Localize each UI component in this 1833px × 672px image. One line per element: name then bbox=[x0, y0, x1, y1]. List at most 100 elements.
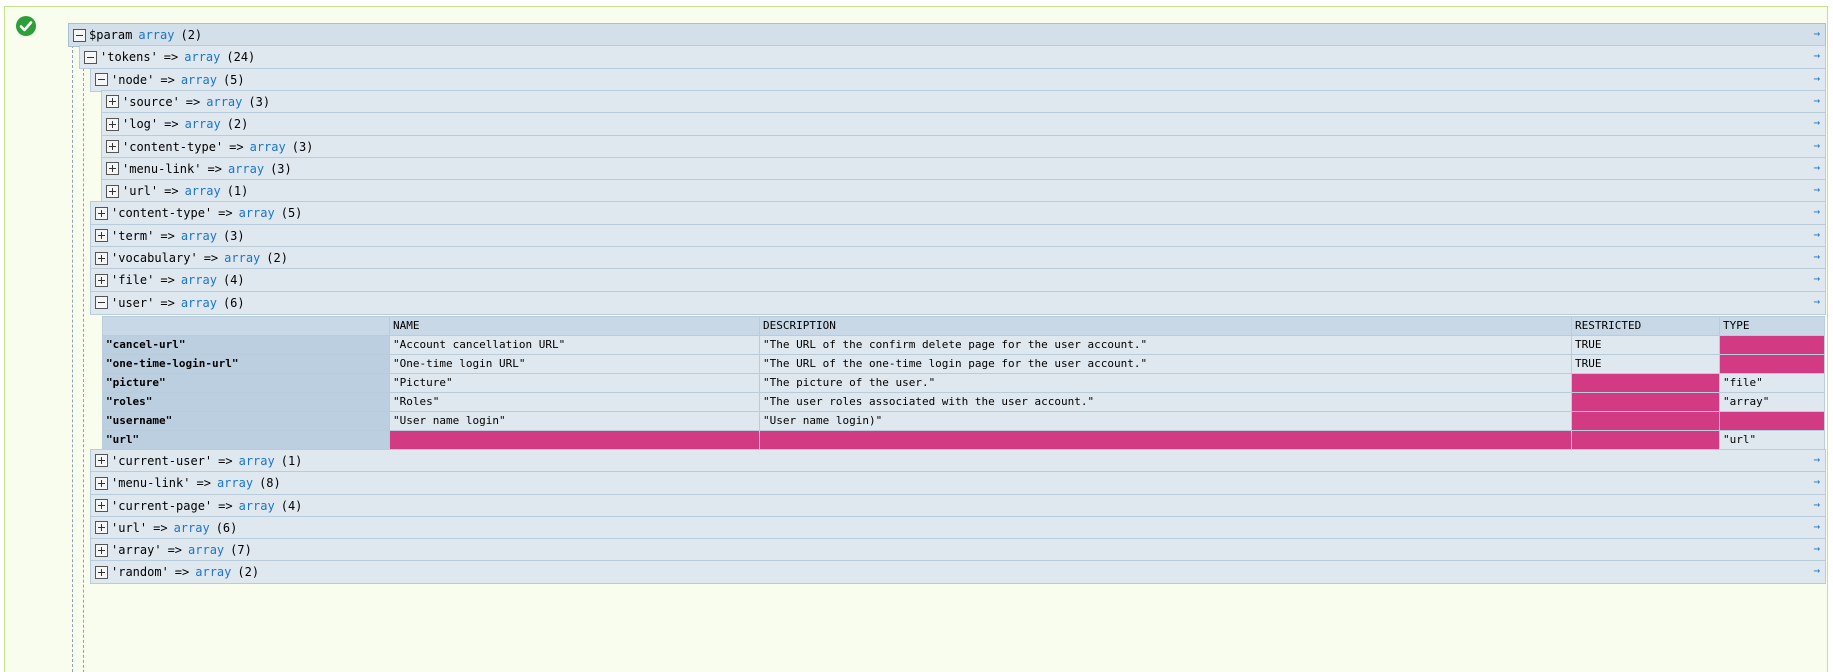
expand-toggle-icon[interactable] bbox=[95, 499, 108, 513]
tree-row[interactable]: 'content-type' => array (3) → bbox=[101, 134, 1826, 159]
expand-toggle-icon[interactable] bbox=[106, 117, 119, 131]
expand-toggle-icon[interactable] bbox=[95, 565, 108, 579]
row-type-link[interactable]: array bbox=[239, 454, 275, 468]
jump-to-source-icon[interactable]: → bbox=[1813, 116, 1820, 129]
row-count: (2) bbox=[180, 28, 203, 42]
jump-to-source-icon[interactable]: → bbox=[1813, 520, 1820, 533]
expand-toggle-icon[interactable] bbox=[106, 162, 119, 176]
expand-toggle-icon[interactable] bbox=[95, 454, 108, 468]
jump-to-source-icon[interactable]: → bbox=[1813, 94, 1820, 107]
tree-row[interactable]: 'node' => array (5) → bbox=[90, 67, 1826, 92]
expand-toggle-icon[interactable] bbox=[95, 251, 108, 265]
row-type-link[interactable]: array bbox=[181, 73, 217, 87]
arrow-operator: => bbox=[153, 520, 168, 535]
row-type-link[interactable]: array bbox=[181, 229, 217, 243]
tree-row[interactable]: 'random' => array (2) → bbox=[90, 560, 1826, 585]
table-row: "url" "url" bbox=[102, 429, 1825, 450]
tree-row[interactable]: 'menu-link' => array (8) → bbox=[90, 471, 1826, 496]
tree-row[interactable]: 'url' => array (1) → bbox=[101, 179, 1826, 204]
collapse-toggle-icon[interactable] bbox=[95, 296, 108, 310]
expand-toggle-icon[interactable] bbox=[95, 206, 108, 220]
tree-row[interactable]: 'user' => array (6) → bbox=[90, 290, 1826, 315]
jump-to-source-icon[interactable]: → bbox=[1813, 542, 1820, 555]
jump-to-source-icon[interactable]: → bbox=[1813, 49, 1820, 62]
row-key: 'source' bbox=[122, 94, 180, 109]
expand-toggle-icon[interactable] bbox=[106, 184, 119, 198]
row-type-link[interactable]: array bbox=[181, 296, 217, 310]
row-key: 'current-page' bbox=[111, 498, 213, 513]
expand-toggle-icon[interactable] bbox=[106, 95, 119, 109]
tree-row[interactable]: 'current-user' => array (1) → bbox=[90, 448, 1826, 473]
table-cell: TRUE bbox=[1571, 334, 1720, 355]
jump-to-source-icon[interactable]: → bbox=[1813, 295, 1820, 308]
tree-row[interactable]: 'vocabulary' => array (2) → bbox=[90, 246, 1826, 270]
table-cell: "User name login" bbox=[389, 410, 760, 431]
column-header: DESCRIPTION bbox=[759, 315, 1572, 336]
table-cell: "The URL of the one-time login page for … bbox=[759, 353, 1572, 374]
expand-toggle-icon[interactable] bbox=[106, 140, 119, 153]
jump-to-source-icon[interactable]: → bbox=[1813, 183, 1820, 196]
arrow-operator: => bbox=[185, 94, 201, 109]
row-type-link[interactable]: array bbox=[195, 565, 231, 579]
tree-row[interactable]: 'log' => array (2) → bbox=[101, 112, 1826, 137]
arrow-operator: => bbox=[203, 251, 219, 265]
jump-to-source-icon[interactable]: → bbox=[1813, 498, 1820, 511]
tree-row[interactable]: 'url' => array (6) → bbox=[90, 515, 1826, 540]
tree-row[interactable]: 'array' => array (7) → bbox=[90, 538, 1826, 563]
expand-toggle-icon[interactable] bbox=[95, 476, 108, 490]
tree-row[interactable]: 'tokens' => array (24) → bbox=[79, 45, 1826, 70]
jump-to-source-icon[interactable]: → bbox=[1813, 272, 1820, 285]
jump-to-source-icon[interactable]: → bbox=[1813, 475, 1820, 488]
column-header: TYPE bbox=[1719, 315, 1825, 336]
row-type-link[interactable]: array bbox=[239, 206, 275, 220]
row-type-link[interactable]: array bbox=[174, 521, 210, 535]
jump-to-source-icon[interactable]: → bbox=[1813, 72, 1820, 85]
tree-row[interactable]: 'content-type' => array (5) → bbox=[90, 201, 1826, 226]
row-type-link[interactable]: array bbox=[185, 184, 221, 198]
tree-row[interactable]: 'menu-link' => array (3) → bbox=[101, 156, 1826, 181]
jump-to-source-icon[interactable]: → bbox=[1813, 27, 1820, 40]
collapse-toggle-icon[interactable] bbox=[95, 73, 108, 87]
row-type-link[interactable]: array bbox=[181, 273, 217, 287]
row-type-link[interactable]: array bbox=[250, 140, 286, 154]
row-key: 'user' bbox=[111, 295, 155, 310]
row-type-link[interactable]: array bbox=[228, 162, 264, 176]
jump-to-source-icon[interactable]: → bbox=[1813, 205, 1820, 218]
row-type-link[interactable]: array bbox=[184, 50, 220, 64]
table-cell: "One-time login URL" bbox=[389, 353, 760, 374]
tree-row[interactable]: $param array (2) → bbox=[68, 23, 1826, 47]
collapse-toggle-icon[interactable] bbox=[84, 50, 97, 64]
tree-row[interactable]: 'file' => array (4) → bbox=[90, 268, 1826, 293]
expand-toggle-icon[interactable] bbox=[95, 229, 108, 243]
jump-to-source-icon[interactable]: → bbox=[1813, 250, 1820, 263]
arrow-operator: => bbox=[229, 139, 244, 154]
table-header-row: NAME DESCRIPTION RESTRICTED TYPE bbox=[102, 315, 1825, 336]
missing-value-cell bbox=[1571, 410, 1720, 431]
row-key: 'url' bbox=[122, 184, 159, 199]
table-row: "cancel-url" "Account cancellation URL" "T… bbox=[102, 334, 1825, 355]
tree-row[interactable]: 'source' => array (3) → bbox=[101, 89, 1826, 114]
collapse-toggle-icon[interactable] bbox=[73, 28, 86, 42]
row-key-cell: "roles" bbox=[102, 391, 390, 412]
row-type-link[interactable]: array bbox=[217, 476, 253, 490]
jump-to-source-icon[interactable]: → bbox=[1813, 564, 1820, 577]
table-cell: "array" bbox=[1719, 391, 1825, 412]
expand-toggle-icon[interactable] bbox=[95, 543, 108, 557]
row-type-link[interactable]: array bbox=[185, 117, 221, 131]
jump-to-source-icon[interactable]: → bbox=[1813, 453, 1820, 466]
row-type-link[interactable]: array bbox=[206, 95, 242, 109]
jump-to-source-icon[interactable]: → bbox=[1813, 139, 1820, 152]
row-type-link[interactable]: array bbox=[188, 543, 224, 557]
row-type-link[interactable]: array bbox=[224, 251, 260, 265]
row-type-link[interactable]: array bbox=[239, 499, 275, 513]
row-key: 'menu-link' bbox=[111, 476, 191, 491]
row-type-link[interactable]: array bbox=[138, 28, 174, 42]
jump-to-source-icon[interactable]: → bbox=[1813, 161, 1820, 174]
table-row: "roles" "Roles" "The user roles associated… bbox=[102, 391, 1825, 412]
expand-toggle-icon[interactable] bbox=[95, 521, 108, 535]
tree-row[interactable]: 'current-page' => array (4) → bbox=[90, 493, 1826, 518]
expand-toggle-icon[interactable] bbox=[95, 273, 108, 287]
jump-to-source-icon[interactable]: → bbox=[1813, 228, 1820, 241]
missing-value-cell bbox=[1571, 372, 1720, 393]
tree-row[interactable]: 'term' => array (3) → bbox=[90, 223, 1826, 248]
